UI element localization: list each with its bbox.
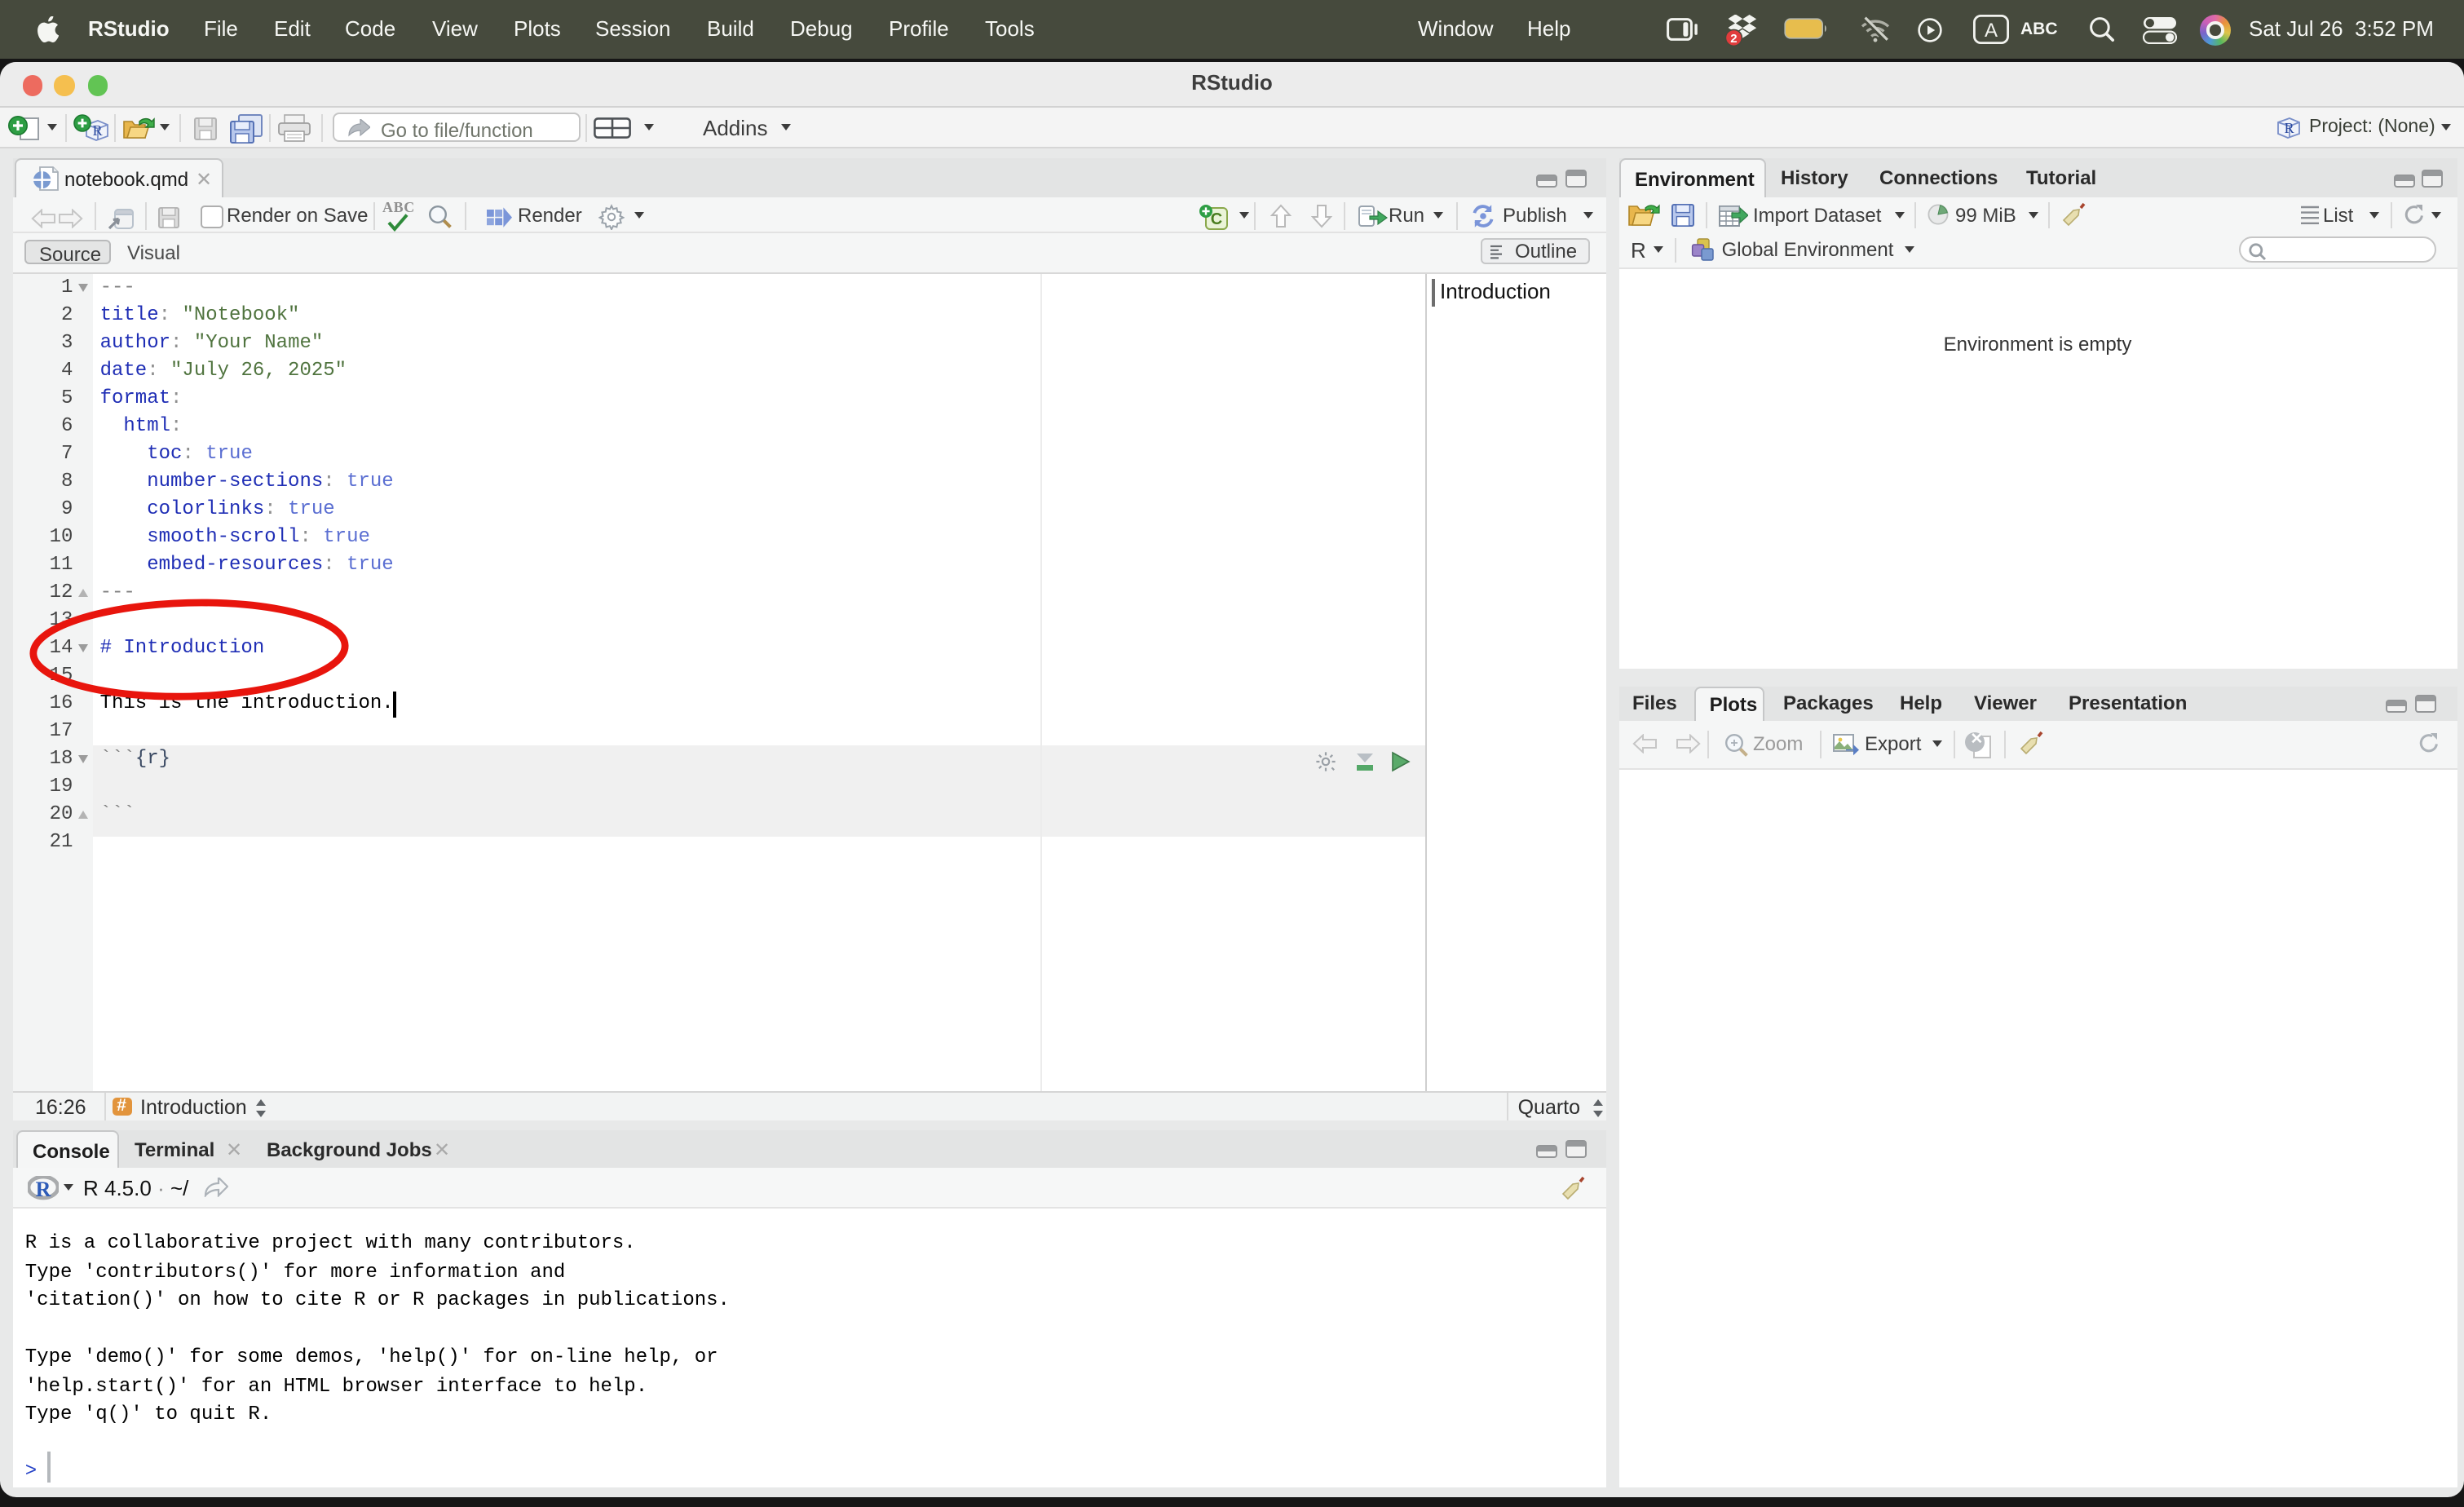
- svg-text:A: A: [1985, 20, 1998, 42]
- svg-text:R: R: [93, 122, 103, 139]
- svg-text:C: C: [1211, 210, 1222, 228]
- svg-text:R: R: [2285, 120, 2294, 136]
- svg-text:2: 2: [1730, 32, 1737, 46]
- svg-text:R: R: [36, 1177, 51, 1200]
